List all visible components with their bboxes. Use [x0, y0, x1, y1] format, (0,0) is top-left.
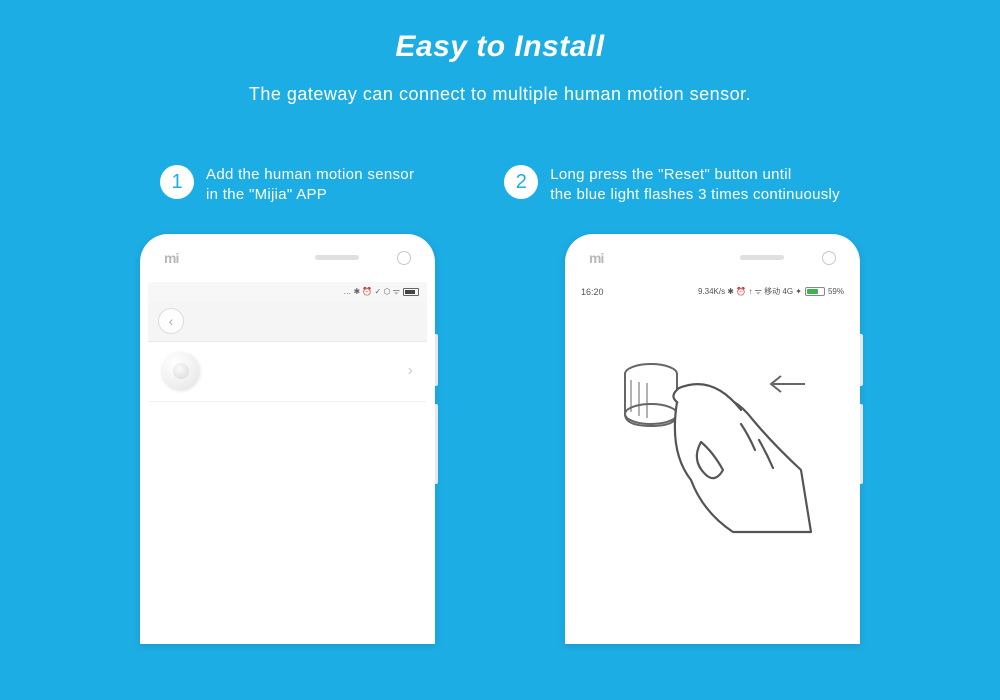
motion-sensor-icon [162, 352, 200, 390]
phone-2-screen: 16:20 9.34K/s ✱ ⏰ ↑ ᯤ 移动 4G ✦ 59% [573, 282, 852, 582]
chevron-right-icon: › [408, 362, 413, 380]
back-button[interactable]: ‹ [158, 308, 184, 334]
mi-logo: mi [164, 250, 178, 266]
camera-icon [822, 251, 836, 265]
phone-1-screen: … ✱ ⏰ ✓ ⬡ ᯤ ‹ › [148, 282, 427, 402]
camera-icon [397, 251, 411, 265]
status-icons: … ✱ ⏰ ✓ ⬡ ᯤ [343, 286, 400, 297]
step-1-line1: Add the human motion sensor [206, 166, 414, 183]
status-bar: … ✱ ⏰ ✓ ⬡ ᯤ [148, 282, 427, 302]
back-chevron-icon: ‹ [169, 313, 174, 329]
step-badge-1: 1 [160, 165, 194, 199]
status-bar: 16:20 9.34K/s ✱ ⏰ ↑ ᯤ 移动 4G ✦ 59% [573, 282, 852, 302]
speaker-icon [315, 255, 359, 260]
step-1-line2: in the "Mijia" APP [206, 186, 327, 203]
steps-row: 1 Add the human motion sensor in the "Mi… [0, 165, 1000, 206]
battery-icon [805, 287, 825, 296]
step-2-line1: Long press the "Reset" button until [550, 166, 791, 183]
phones-row: mi … ✱ ⏰ ✓ ⬡ ᯤ ‹ › mi [0, 234, 1000, 644]
step-1: 1 Add the human motion sensor in the "Mi… [160, 165, 414, 206]
status-time: 16:20 [581, 287, 604, 297]
battery-percent: 59% [828, 287, 844, 296]
phone-bezel-top: mi [140, 234, 435, 282]
hand-press-icon [573, 302, 852, 582]
phone-hardware [315, 251, 411, 265]
step-2-line2: the blue light flashes 3 times continuou… [550, 186, 840, 203]
phone-mockup-2: mi 16:20 9.34K/s ✱ ⏰ ↑ ᯤ 移动 4G ✦ 59% [565, 234, 860, 644]
page-subtitle: The gateway can connect to multiple huma… [0, 84, 1000, 105]
speaker-icon [740, 255, 784, 260]
step-text-1: Add the human motion sensor in the "Miji… [206, 165, 414, 206]
nav-bar: ‹ [148, 302, 427, 342]
status-meta: 9.34K/s ✱ ⏰ ↑ ᯤ 移动 4G ✦ [698, 286, 802, 297]
header: Easy to Install The gateway can connect … [0, 0, 1000, 105]
reset-illustration: 28 [573, 302, 852, 582]
device-list-item[interactable]: › [148, 342, 427, 402]
step-text-2: Long press the "Reset" button until the … [550, 165, 840, 206]
phone-mockup-1: mi … ✱ ⏰ ✓ ⬡ ᯤ ‹ › [140, 234, 435, 644]
mi-logo: mi [589, 250, 603, 266]
phone-hardware [740, 251, 836, 265]
step-badge-2: 2 [504, 165, 538, 199]
step-2: 2 Long press the "Reset" button until th… [504, 165, 840, 206]
phone-bezel-top: mi [565, 234, 860, 282]
status-right-cluster: 9.34K/s ✱ ⏰ ↑ ᯤ 移动 4G ✦ 59% [698, 286, 844, 297]
battery-icon [403, 288, 419, 296]
page-title: Easy to Install [0, 30, 1000, 64]
